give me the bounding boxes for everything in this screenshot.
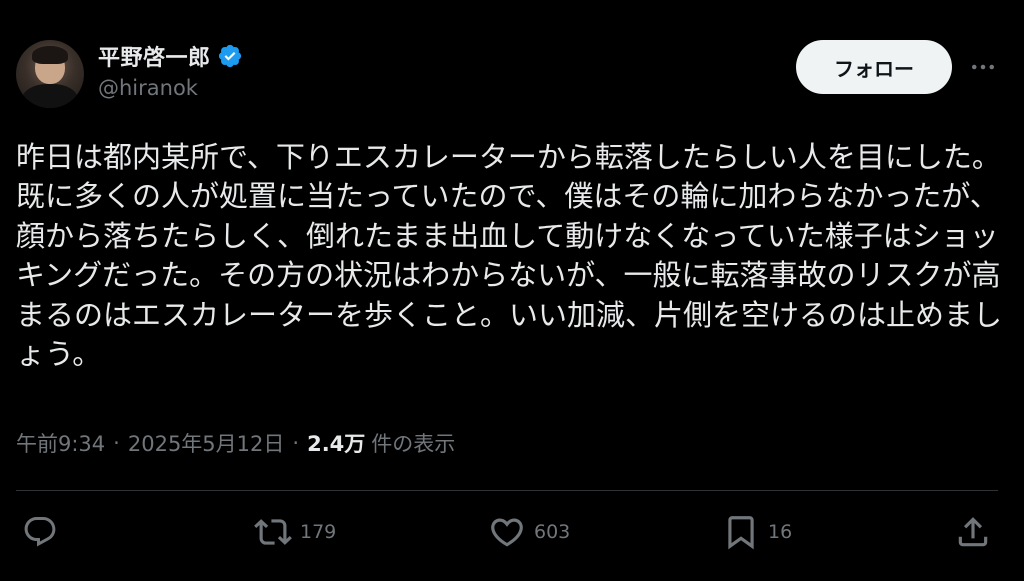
- tweet-text: 昨日は都内某所で、下りエスカレーターから転落したらしい人を目にした。既に多くの人…: [16, 140, 1003, 372]
- share-button[interactable]: [954, 514, 1000, 550]
- author-display-name[interactable]: 平野啓一郎: [98, 40, 211, 72]
- bookmark-count: 16: [768, 521, 793, 543]
- avatar-hair: [32, 46, 68, 64]
- reply-icon: [24, 517, 56, 547]
- meta-separator: ·: [113, 431, 120, 455]
- name-row: 平野啓一郎: [98, 40, 243, 72]
- reply-button[interactable]: [22, 514, 66, 550]
- retweet-icon: [254, 519, 292, 545]
- tweet-date[interactable]: 2025年5月12日: [128, 428, 285, 458]
- share-icon: [958, 517, 988, 547]
- more-options-button[interactable]: [964, 52, 1002, 82]
- avatar[interactable]: [16, 40, 84, 108]
- tweet-time[interactable]: 午前9:34: [16, 428, 105, 458]
- meta-separator: ·: [292, 431, 300, 455]
- author-block: 平野啓一郎 @hiranok: [98, 40, 243, 100]
- verified-badge-icon: [217, 43, 243, 69]
- author-handle[interactable]: @hiranok: [98, 76, 243, 100]
- like-button[interactable]: 603: [488, 514, 570, 550]
- views-label[interactable]: 件の表示: [371, 428, 455, 458]
- bookmark-icon: [728, 516, 754, 550]
- tweet-meta: 午前9:34 · 2025年5月12日 · 2.4万 件の表示: [16, 428, 455, 458]
- follow-button[interactable]: フォロー: [796, 40, 952, 94]
- retweet-count: 179: [300, 521, 337, 543]
- retweet-button[interactable]: 179: [254, 514, 336, 550]
- avatar-shoulders: [22, 84, 78, 108]
- bookmark-button[interactable]: 16: [722, 514, 792, 550]
- heart-icon: [491, 518, 523, 547]
- divider: [16, 490, 998, 491]
- views-count[interactable]: 2.4万: [307, 428, 365, 458]
- more-horizontal-icon: [972, 64, 994, 70]
- like-count: 603: [534, 521, 571, 543]
